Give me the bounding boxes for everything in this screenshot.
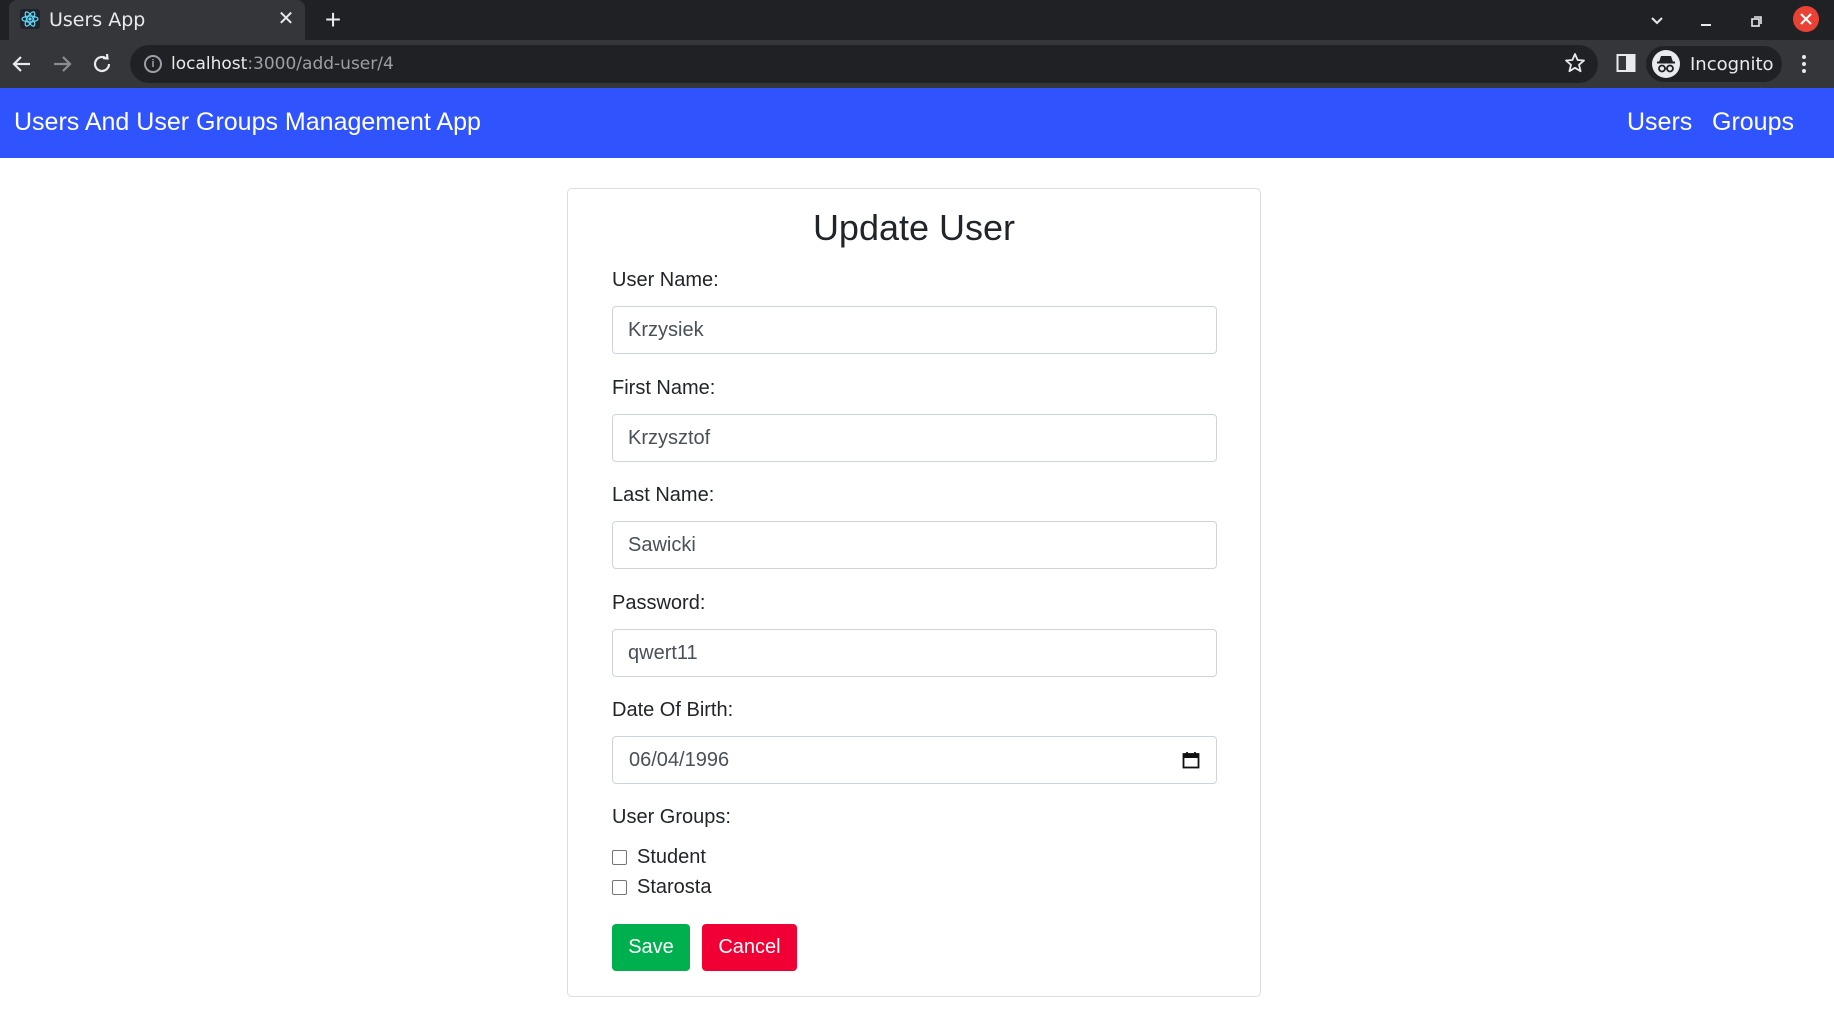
nav-link-groups[interactable]: Groups: [1712, 108, 1794, 137]
app-brand-title[interactable]: Users And User Groups Management App: [14, 108, 481, 137]
password-value: qwert11: [628, 642, 698, 664]
site-info-icon[interactable]: i: [144, 55, 162, 73]
nav-link-users[interactable]: Users: [1627, 108, 1692, 137]
date-of-birth-input[interactable]: 06/04/1996: [612, 736, 1217, 784]
back-arrow-icon[interactable]: [8, 50, 36, 78]
forward-arrow-icon[interactable]: [48, 50, 76, 78]
window-close-icon[interactable]: [1793, 6, 1819, 32]
minimize-icon[interactable]: [1693, 8, 1719, 34]
last-name-value: Sawicki: [628, 534, 696, 556]
restore-icon[interactable]: [1743, 8, 1769, 34]
incognito-icon: [1652, 50, 1680, 78]
starosta-label[interactable]: Starosta: [637, 876, 711, 899]
url-text: localhost:3000/add-user/4: [171, 54, 394, 74]
last-name-input[interactable]: Sawicki: [612, 521, 1217, 569]
first-name-value: Krzysztof: [628, 427, 711, 449]
incognito-label: Incognito: [1690, 54, 1774, 75]
user-name-value: Krzysiek: [628, 319, 704, 341]
browser-toolbar: i localhost:3000/add-user/4 Incognito: [0, 40, 1834, 88]
date-of-birth-label: Date Of Birth:: [612, 699, 734, 721]
student-label[interactable]: Student: [637, 846, 706, 869]
more-menu-icon[interactable]: [1798, 52, 1810, 76]
update-user-form: Update User User Name: Krzysiek First Na…: [567, 188, 1261, 997]
tab-close-icon[interactable]: ✕: [275, 8, 297, 30]
password-input[interactable]: qwert11: [612, 629, 1217, 677]
tab-search-icon[interactable]: [1644, 8, 1670, 34]
side-panel-icon[interactable]: [1615, 52, 1637, 74]
student-checkbox[interactable]: [612, 850, 627, 865]
cancel-button[interactable]: Cancel: [702, 924, 797, 971]
address-bar[interactable]: i localhost:3000/add-user/4: [130, 45, 1598, 83]
url-path: :3000/add-user/4: [247, 54, 394, 74]
save-button[interactable]: Save: [612, 924, 690, 971]
calendar-icon[interactable]: [1182, 751, 1200, 769]
date-of-birth-value: 06/04/1996: [629, 749, 730, 771]
first-name-label: First Name:: [612, 377, 716, 399]
user-groups-label: User Groups:: [612, 806, 731, 828]
user-name-label: User Name:: [612, 269, 719, 291]
user-name-input[interactable]: Krzysiek: [612, 306, 1217, 354]
tab-title: Users App: [49, 9, 146, 31]
url-host: localhost: [171, 54, 248, 74]
browser-tab-bar: Users App ✕ +: [0, 0, 1834, 40]
bookmark-star-icon[interactable]: [1563, 51, 1587, 75]
starosta-checkbox[interactable]: [612, 880, 627, 895]
reload-icon[interactable]: [88, 50, 116, 78]
form-title: Update User: [812, 207, 1016, 248]
new-tab-button[interactable]: +: [318, 5, 348, 35]
browser-tab[interactable]: Users App ✕: [9, 0, 305, 40]
last-name-label: Last Name:: [612, 484, 715, 506]
first-name-input[interactable]: Krzysztof: [612, 414, 1217, 462]
react-logo-icon: [20, 9, 40, 29]
password-label: Password:: [612, 592, 706, 614]
incognito-profile-button[interactable]: Incognito: [1646, 46, 1782, 82]
app-navbar: Users And User Groups Management App Use…: [0, 88, 1834, 158]
